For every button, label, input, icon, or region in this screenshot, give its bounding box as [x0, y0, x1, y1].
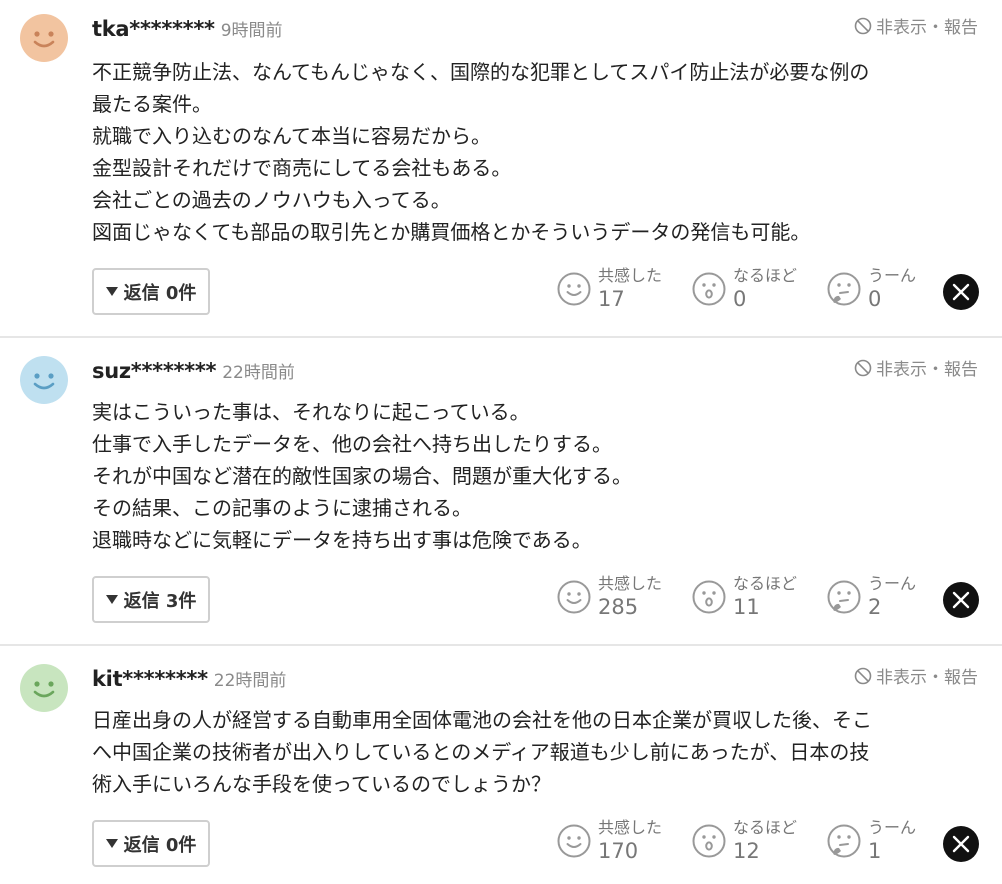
insightful-reaction-button[interactable]: なるほど 12 — [691, 818, 826, 864]
timestamp: 9時間前 — [220, 21, 283, 41]
comment-text-line: それが中国など潜在的敵性国家の場合、問題が重大化する。 — [92, 464, 632, 488]
reaction-count: 2 — [868, 595, 882, 619]
reaction-count: 11 — [733, 595, 760, 619]
reply-toggle-button[interactable]: 返信 3件 — [92, 576, 210, 623]
hide-report-button[interactable]: 非表示・報告 — [854, 663, 978, 688]
reaction-label: 共感した — [598, 574, 663, 593]
prohibit-icon — [854, 359, 872, 376]
reaction-bar: 共感した 285 なるほど 11 うーん 2 — [556, 574, 961, 620]
comment-text-line: 日産出身の人が経営する自動車用全固体電池の会社を他の日本企業が買収した後、そこ — [92, 708, 872, 732]
prohibit-icon — [854, 667, 872, 684]
comment-card: suz******** 22時間前 非表示・報告 実はこういった事は、それなりに… — [0, 336, 1002, 644]
smile-face-icon — [557, 580, 591, 614]
reply-count-label: 返信 0件 — [123, 282, 197, 304]
reply-toggle-button[interactable]: 返信 0件 — [92, 268, 210, 315]
reaction-count: 12 — [733, 839, 760, 863]
reaction-count: 0 — [868, 287, 882, 311]
smiley-avatar-icon — [20, 664, 68, 712]
surprised-face-icon — [692, 272, 726, 306]
comment-meta: suz******** 22時間前 — [92, 358, 295, 383]
comment-card: kit******** 22時間前 非表示・報告 日産出身の人が経営する自動車用… — [0, 644, 1002, 884]
reply-toggle-button[interactable]: 返信 0件 — [92, 820, 210, 867]
reply-count-label: 返信 3件 — [123, 590, 197, 612]
reaction-label: 共感した — [598, 266, 663, 285]
user-avatar[interactable] — [20, 664, 68, 712]
comment-body: 不正競争防止法、なんてもんじゃなく、国際的な犯罪としてスパイ防止法が必要な例の … — [92, 56, 978, 248]
comment-body: 日産出身の人が経営する自動車用全固体電池の会社を他の日本企業が買収した後、そこ … — [92, 704, 978, 800]
comment-card: tka******** 9時間前 非表示・報告 不正競争防止法、なんてもんじゃな… — [0, 0, 1002, 336]
empathy-reaction-button[interactable]: 共感した 285 — [556, 574, 691, 620]
timestamp: 22時間前 — [222, 363, 295, 383]
comment-text-line: 術入手にいろんな手段を使っているのでしょうか？ — [92, 772, 551, 796]
x-logo-icon — [952, 835, 970, 853]
reaction-count: 0 — [733, 287, 747, 311]
hide-report-label: 非表示・報告 — [876, 18, 978, 38]
reaction-bar: 共感した 17 なるほど 0 うーん 0 — [556, 266, 961, 312]
hide-report-label: 非表示・報告 — [876, 668, 978, 688]
reaction-label: なるほど — [733, 818, 798, 837]
reaction-count: 170 — [598, 839, 639, 863]
share-x-button[interactable] — [943, 582, 979, 618]
reaction-label: なるほど — [733, 266, 798, 285]
share-x-button[interactable] — [943, 274, 979, 310]
hmm-reaction-button[interactable]: うーん 1 — [826, 818, 961, 864]
comment-text-line: へ中国企業の技術者が出入りしているとのメディア報道も少し前にあったが、日本の技 — [92, 740, 870, 764]
surprised-face-icon — [692, 824, 726, 858]
hide-report-button[interactable]: 非表示・報告 — [854, 355, 978, 380]
reaction-count: 285 — [598, 595, 639, 619]
comment-text-line: 実はこういった事は、それなりに起こっている。 — [92, 400, 530, 424]
empathy-reaction-button[interactable]: 共感した 170 — [556, 818, 691, 864]
hide-report-button[interactable]: 非表示・報告 — [854, 13, 978, 38]
comment-text-line: 不正競争防止法、なんてもんじゃなく、国際的な犯罪としてスパイ防止法が必要な例の — [92, 60, 870, 84]
comment-text-line: 最たる案件。 — [92, 92, 212, 116]
insightful-reaction-button[interactable]: なるほど 11 — [691, 574, 826, 620]
share-x-button[interactable] — [943, 826, 979, 862]
comment-meta: tka******** 9時間前 — [92, 16, 283, 41]
hide-report-label: 非表示・報告 — [876, 360, 978, 380]
comment-text-line: 仕事で入手したデータを、他の会社へ持ち出したりする。 — [92, 432, 612, 456]
username[interactable]: tka******** — [92, 17, 215, 41]
user-avatar[interactable] — [20, 356, 68, 404]
reply-count-label: 返信 0件 — [123, 834, 197, 856]
reaction-count: 1 — [868, 839, 882, 863]
smiley-avatar-icon — [20, 356, 68, 404]
thinking-face-icon — [827, 824, 861, 858]
username[interactable]: kit******** — [92, 667, 208, 691]
comment-body: 実はこういった事は、それなりに起こっている。 仕事で入手したデータを、他の会社へ… — [92, 396, 978, 556]
reaction-label: うーん — [868, 266, 917, 285]
smiley-avatar-icon — [20, 14, 68, 62]
caret-down-icon — [105, 595, 118, 604]
comment-meta: kit******** 22時間前 — [92, 666, 286, 691]
reaction-label: うーん — [868, 818, 917, 837]
caret-down-icon — [105, 287, 118, 296]
comment-text-line: 図面じゃなくても部品の取引先とか購買価格とかそういうデータの発信も可能。 — [92, 220, 811, 244]
comment-text-line: 退職時などに気軽にデータを持ち出す事は危険である。 — [92, 528, 592, 552]
username[interactable]: suz******** — [92, 359, 217, 383]
smile-face-icon — [557, 824, 591, 858]
hmm-reaction-button[interactable]: うーん 2 — [826, 574, 961, 620]
x-logo-icon — [952, 591, 970, 609]
hmm-reaction-button[interactable]: うーん 0 — [826, 266, 961, 312]
caret-down-icon — [105, 839, 118, 848]
reaction-label: 共感した — [598, 818, 663, 837]
reaction-bar: 共感した 170 なるほど 12 うーん 1 — [556, 818, 961, 864]
reaction-label: なるほど — [733, 574, 798, 593]
x-logo-icon — [952, 283, 970, 301]
user-avatar[interactable] — [20, 14, 68, 62]
reaction-label: うーん — [868, 574, 917, 593]
prohibit-icon — [854, 17, 872, 34]
comment-text-line: 就職で入り込むのなんて本当に容易だから。 — [92, 124, 491, 148]
comment-text-line: 会社ごとの過去のノウハウも入ってる。 — [92, 188, 451, 212]
insightful-reaction-button[interactable]: なるほど 0 — [691, 266, 826, 312]
comment-text-line: その結果、この記事のように逮捕される。 — [92, 496, 472, 520]
comment-text-line: 金型設計それだけで商売にしてる会社もある。 — [92, 156, 512, 180]
smile-face-icon — [557, 272, 591, 306]
reaction-count: 17 — [598, 287, 625, 311]
thinking-face-icon — [827, 580, 861, 614]
thinking-face-icon — [827, 272, 861, 306]
surprised-face-icon — [692, 580, 726, 614]
empathy-reaction-button[interactable]: 共感した 17 — [556, 266, 691, 312]
timestamp: 22時間前 — [213, 671, 287, 691]
